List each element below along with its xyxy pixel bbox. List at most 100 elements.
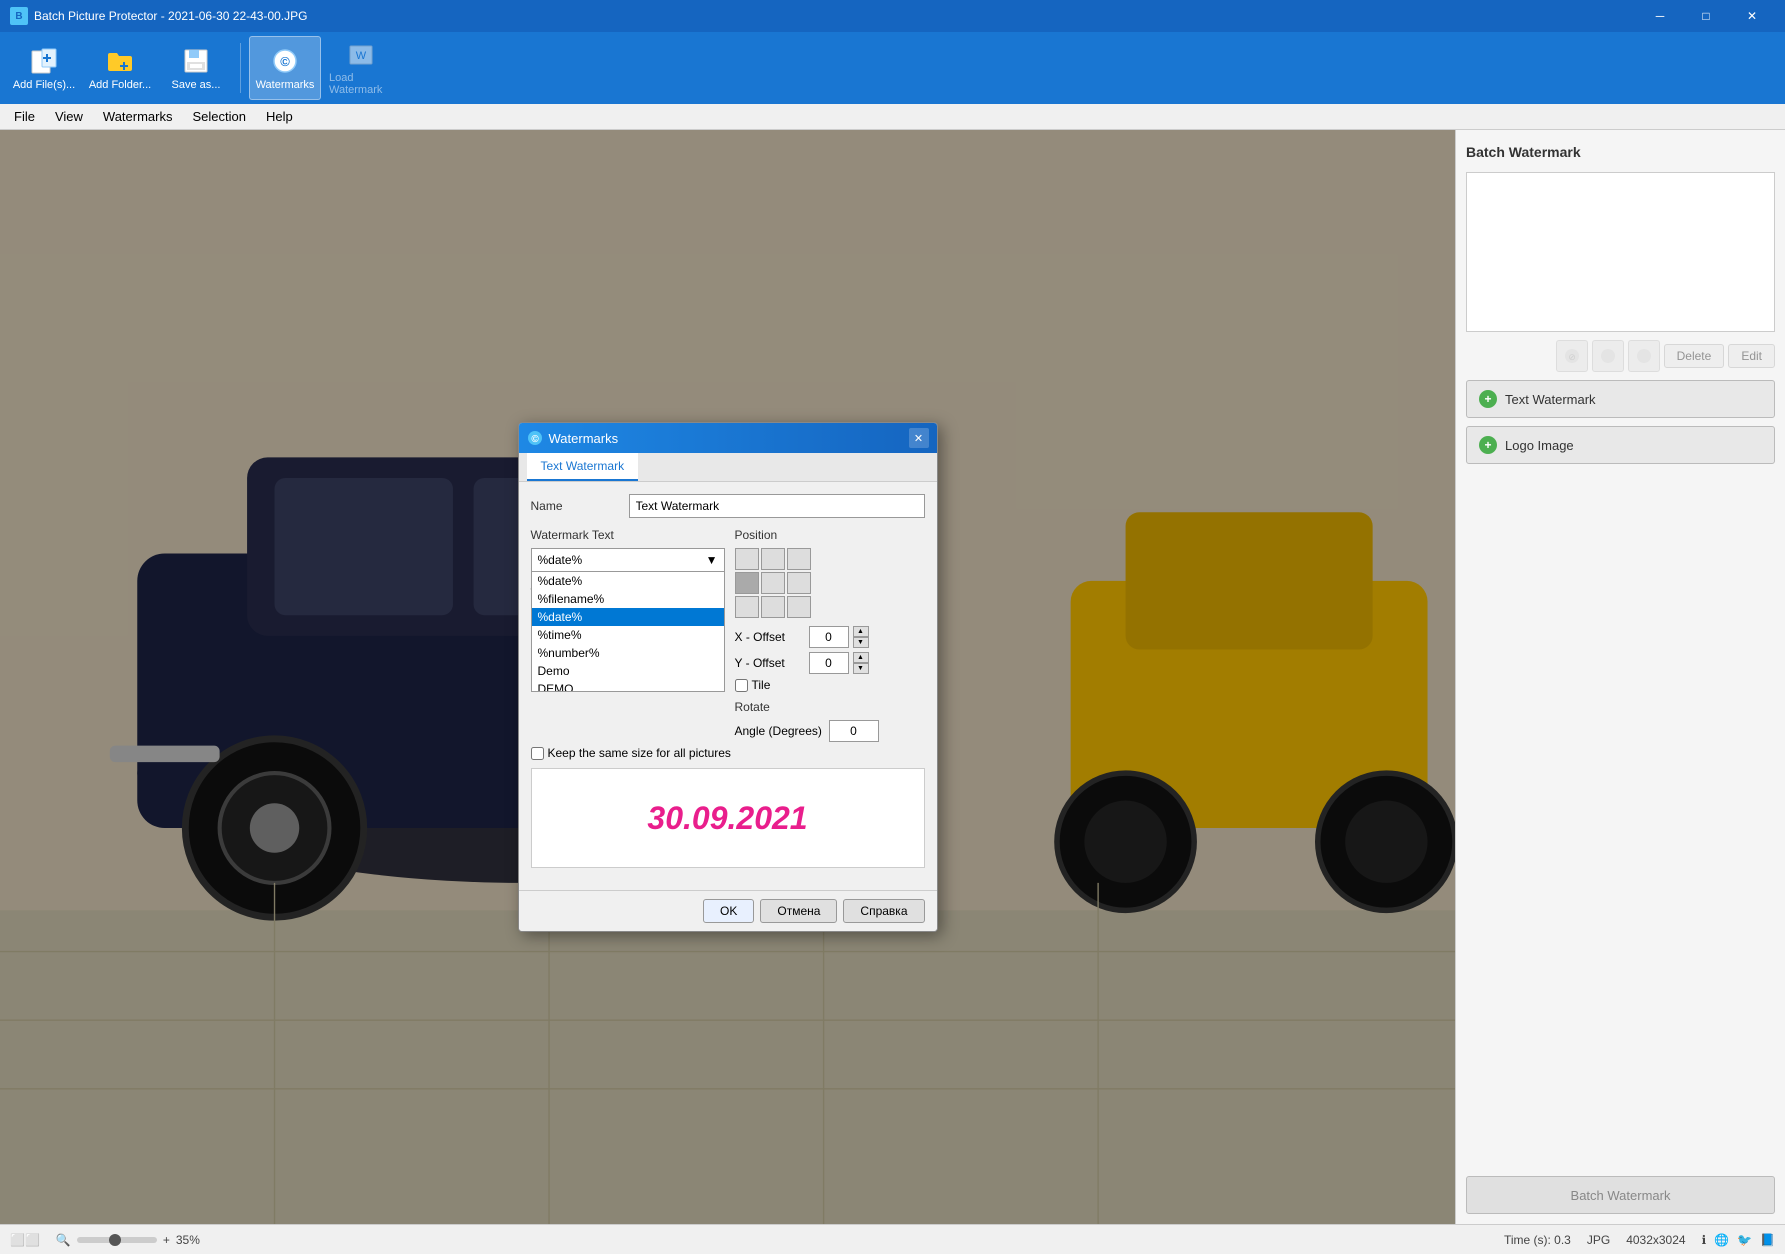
watermarks-button[interactable]: © Watermarks xyxy=(249,36,321,100)
y-offset-down[interactable]: ▼ xyxy=(853,663,869,674)
angle-input[interactable] xyxy=(829,720,879,742)
add-folder-label: Add Folder... xyxy=(89,79,151,91)
add-files-button[interactable]: Add File(s)... xyxy=(8,36,80,100)
title-bar-left: B Batch Picture Protector - 2021-06-30 2… xyxy=(10,7,307,25)
zoom-slider[interactable] xyxy=(77,1237,157,1243)
x-offset-down[interactable]: ▼ xyxy=(853,637,869,648)
panel-icon-btn-3 xyxy=(1628,340,1660,372)
edit-button: Edit xyxy=(1728,344,1775,368)
y-offset-row: Y - Offset ▲ ▼ xyxy=(735,652,925,674)
toolbar: Add File(s)... Add Folder... Save as... xyxy=(0,32,1785,104)
rotate-section: Rotate Angle (Degrees) xyxy=(735,700,925,742)
name-row: Name xyxy=(531,494,925,518)
menu-file[interactable]: File xyxy=(4,107,45,126)
load-watermark-button[interactable]: W Load Watermark xyxy=(325,36,397,100)
pos-top-center[interactable] xyxy=(761,548,785,570)
dropdown-selected-value[interactable]: %date% ▼ xyxy=(531,548,725,572)
menu-view[interactable]: View xyxy=(45,107,93,126)
y-offset-input[interactable] xyxy=(809,652,849,674)
x-offset-label: X - Offset xyxy=(735,630,805,644)
svg-text:W: W xyxy=(356,50,367,62)
tile-label: Tile xyxy=(752,678,771,692)
dialog-tab-bar: Text Watermark xyxy=(519,453,937,482)
pos-mid-center[interactable] xyxy=(761,572,785,594)
menu-watermarks[interactable]: Watermarks xyxy=(93,107,183,126)
keep-size-row: Keep the same size for all pictures xyxy=(531,746,925,760)
close-button[interactable]: ✕ xyxy=(1729,0,1775,32)
cancel-button[interactable]: Отмена xyxy=(760,899,837,923)
dropdown-option-2[interactable]: %filename% xyxy=(532,590,724,608)
dropdown-option-4[interactable]: %time% xyxy=(532,626,724,644)
zoom-out-icon[interactable]: 🔍 xyxy=(56,1233,71,1247)
text-watermark-button-label: Text Watermark xyxy=(1505,392,1596,407)
dialog-two-col: Watermark Text %date% ▼ xyxy=(531,528,925,746)
menu-bar: File View Watermarks Selection Help xyxy=(0,104,1785,130)
dialog-title-text: Watermarks xyxy=(549,431,619,446)
resolution-label: 4032x3024 xyxy=(1626,1233,1685,1247)
watermarks-label: Watermarks xyxy=(256,79,315,91)
add-files-label: Add File(s)... xyxy=(13,79,75,91)
save-as-label: Save as... xyxy=(172,79,221,91)
delete-button: Delete xyxy=(1664,344,1725,368)
pos-top-right[interactable] xyxy=(787,548,811,570)
keep-size-checkbox[interactable] xyxy=(531,747,544,760)
tab-text-watermark[interactable]: Text Watermark xyxy=(527,453,639,481)
zoom-in-icon[interactable]: + xyxy=(163,1233,170,1247)
logo-image-button-label: Logo Image xyxy=(1505,438,1574,453)
dialog-close-button[interactable]: ✕ xyxy=(909,428,929,448)
main-layout: © Watermarks ✕ Text Watermark Name xyxy=(0,130,1785,1224)
dropdown-option-3[interactable]: %date% xyxy=(532,608,724,626)
logo-image-icon: + xyxy=(1479,436,1497,454)
panel-icon-row: ⊘ Delete Edit xyxy=(1466,340,1775,372)
watermark-text-dropdown[interactable]: %date% ▼ %date% %filename% %date% %time% xyxy=(531,548,725,572)
ok-button[interactable]: OK xyxy=(703,899,754,923)
pos-bot-center[interactable] xyxy=(761,596,785,618)
dropdown-option-6[interactable]: Demo xyxy=(532,662,724,680)
load-watermark-icon: W xyxy=(345,40,377,70)
image-area: © Watermarks ✕ Text Watermark Name xyxy=(0,130,1455,1224)
toolbar-separator-1 xyxy=(240,43,241,93)
panel-icon-btn-1: ⊘ xyxy=(1556,340,1588,372)
dropdown-option-5[interactable]: %number% xyxy=(532,644,724,662)
dialog-right: Position xyxy=(735,528,925,746)
pos-mid-left[interactable] xyxy=(735,572,759,594)
y-offset-label: Y - Offset xyxy=(735,656,805,670)
dropdown-option-7[interactable]: DEMO xyxy=(532,680,724,692)
angle-label: Angle (Degrees) xyxy=(735,724,825,738)
add-folder-button[interactable]: Add Folder... xyxy=(84,36,156,100)
x-offset-row: X - Offset ▲ ▼ xyxy=(735,626,925,648)
x-offset-up[interactable]: ▲ xyxy=(853,626,869,637)
pos-bot-right[interactable] xyxy=(787,596,811,618)
watermarks-icon: © xyxy=(269,45,301,77)
svg-text:©: © xyxy=(280,54,290,69)
x-offset-input[interactable] xyxy=(809,626,849,648)
panel-icon-btn-2 xyxy=(1592,340,1624,372)
dialog-title-left: © Watermarks xyxy=(527,430,619,446)
maximize-button[interactable]: □ xyxy=(1683,0,1729,32)
dialog-preview: 30.09.2021 xyxy=(531,768,925,868)
dialog-body: Name Watermark Text %d xyxy=(519,482,937,890)
batch-watermark-button[interactable]: Batch Watermark xyxy=(1466,1176,1775,1214)
menu-selection[interactable]: Selection xyxy=(182,107,255,126)
dropdown-list: %date% %filename% %date% %time% %number%… xyxy=(531,572,725,692)
pos-top-left[interactable] xyxy=(735,548,759,570)
help-button[interactable]: Справка xyxy=(843,899,924,923)
save-as-button[interactable]: Save as... xyxy=(160,36,232,100)
info-icon: ℹ xyxy=(1702,1233,1707,1247)
pos-mid-right[interactable] xyxy=(787,572,811,594)
angle-row: Angle (Degrees) xyxy=(735,720,925,742)
logo-image-panel-button[interactable]: + Logo Image xyxy=(1466,426,1775,464)
zoom-thumb[interactable] xyxy=(109,1234,121,1246)
dropdown-option-1[interactable]: %date% xyxy=(532,572,724,590)
menu-help[interactable]: Help xyxy=(256,107,303,126)
minimize-button[interactable]: ─ xyxy=(1637,0,1683,32)
tile-checkbox[interactable] xyxy=(735,679,748,692)
dialog-icon: © xyxy=(527,430,543,446)
text-watermark-panel-button[interactable]: + Text Watermark xyxy=(1466,380,1775,418)
y-offset-up[interactable]: ▲ xyxy=(853,652,869,663)
name-input[interactable] xyxy=(629,494,925,518)
pos-bot-left[interactable] xyxy=(735,596,759,618)
watermarks-dialog: © Watermarks ✕ Text Watermark Name xyxy=(518,422,938,932)
svg-text:©: © xyxy=(531,434,539,445)
panel-title: Batch Watermark xyxy=(1466,140,1775,164)
